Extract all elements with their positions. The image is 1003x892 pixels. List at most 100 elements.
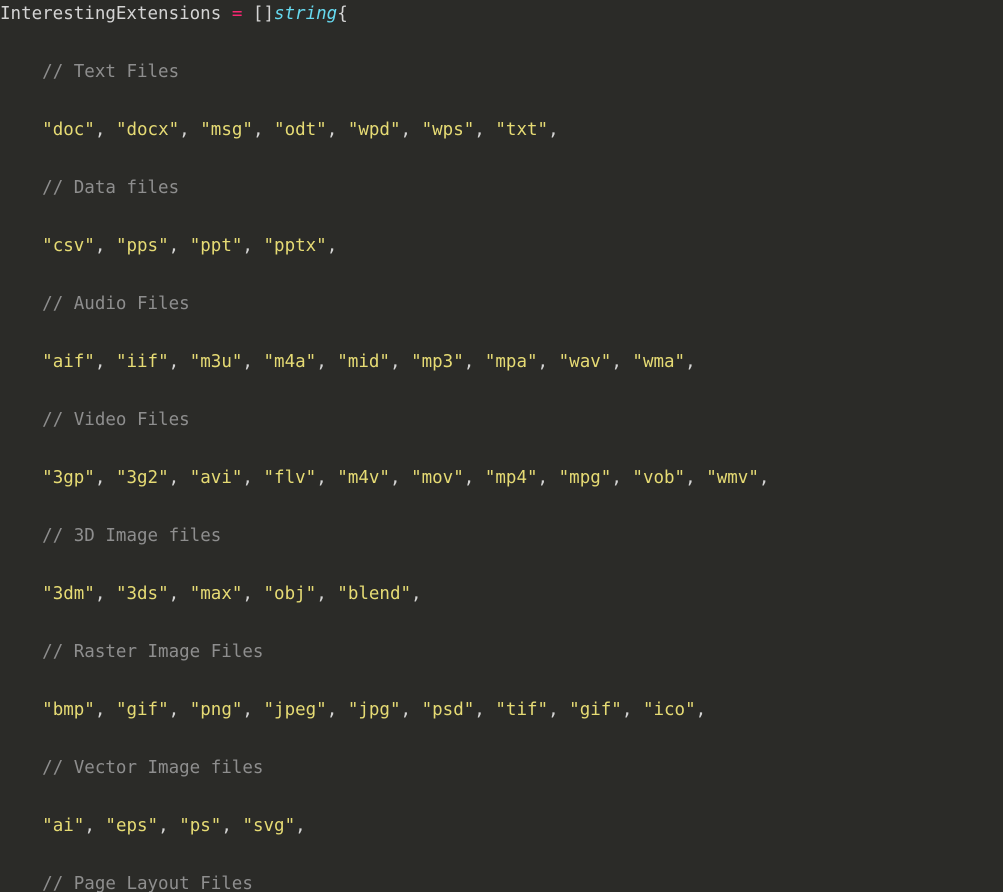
string-literal: "m4v" bbox=[337, 468, 390, 488]
comment: // Vector Image files bbox=[42, 758, 263, 778]
string-literal: "mp3" bbox=[411, 352, 464, 372]
open-brace: { bbox=[337, 4, 348, 24]
string-literal: "mp4" bbox=[485, 468, 538, 488]
string-literal: "csv" bbox=[42, 236, 95, 256]
string-literal: "msg" bbox=[200, 120, 253, 140]
comma: , bbox=[169, 352, 180, 372]
comma: , bbox=[84, 816, 95, 836]
comment-line: // Page Layout Files bbox=[0, 870, 1003, 892]
comment-line: // 3D Image files bbox=[0, 522, 1003, 551]
string-literal: "svg" bbox=[242, 816, 295, 836]
comma: , bbox=[538, 468, 549, 488]
comma: , bbox=[611, 468, 622, 488]
string-literal: "doc" bbox=[42, 120, 95, 140]
string-literal: "ico" bbox=[643, 700, 696, 720]
string-literal: "obj" bbox=[264, 584, 317, 604]
assign-op: = [] bbox=[221, 4, 274, 24]
string-literal: "wav" bbox=[559, 352, 612, 372]
string-literal: "jpeg" bbox=[264, 700, 327, 720]
comma: , bbox=[411, 584, 422, 604]
string-literal: "flv" bbox=[264, 468, 317, 488]
string-literal: "aif" bbox=[42, 352, 95, 372]
comma: , bbox=[316, 352, 327, 372]
string-literal: "ai" bbox=[42, 816, 84, 836]
string-literal: "blend" bbox=[337, 584, 411, 604]
string-literal: "mid" bbox=[337, 352, 390, 372]
items-line: "aif", "iif", "m3u", "m4a", "mid", "mp3"… bbox=[0, 348, 1003, 377]
string-literal: "3dm" bbox=[42, 584, 95, 604]
string-literal: "3g2" bbox=[116, 468, 169, 488]
string-literal: "pps" bbox=[116, 236, 169, 256]
variable-name: InterestingExtensions bbox=[0, 4, 221, 24]
comma: , bbox=[95, 700, 106, 720]
string-literal: "mpg" bbox=[559, 468, 612, 488]
comma: , bbox=[95, 236, 106, 256]
string-literal: "m4a" bbox=[264, 352, 317, 372]
comma: , bbox=[95, 584, 106, 604]
type-name: string bbox=[274, 4, 337, 24]
comma: , bbox=[548, 120, 559, 140]
comma: , bbox=[169, 700, 180, 720]
comma: , bbox=[696, 700, 707, 720]
comma: , bbox=[169, 236, 180, 256]
comma: , bbox=[169, 468, 180, 488]
comma: , bbox=[685, 468, 696, 488]
string-literal: "max" bbox=[190, 584, 243, 604]
comma: , bbox=[464, 352, 475, 372]
comma: , bbox=[759, 468, 770, 488]
string-literal: "jpg" bbox=[348, 700, 401, 720]
declaration-line: InterestingExtensions = []string{ bbox=[0, 0, 1003, 29]
comma: , bbox=[253, 120, 264, 140]
comma: , bbox=[242, 236, 253, 256]
comma: , bbox=[401, 700, 412, 720]
comment-line: // Text Files bbox=[0, 58, 1003, 87]
string-literal: "ps" bbox=[179, 816, 221, 836]
comment-line: // Data files bbox=[0, 174, 1003, 203]
comma: , bbox=[390, 468, 401, 488]
string-literal: "gif" bbox=[116, 700, 169, 720]
string-literal: "m3u" bbox=[190, 352, 243, 372]
comma: , bbox=[295, 816, 306, 836]
comment: // Audio Files bbox=[42, 294, 190, 314]
comma: , bbox=[327, 700, 338, 720]
comma: , bbox=[242, 352, 253, 372]
comma: , bbox=[221, 816, 232, 836]
comment: // Text Files bbox=[42, 62, 179, 82]
string-literal: "docx" bbox=[116, 120, 179, 140]
comment: // Raster Image Files bbox=[42, 642, 263, 662]
string-literal: "ppt" bbox=[190, 236, 243, 256]
comma: , bbox=[685, 352, 696, 372]
comma: , bbox=[474, 700, 485, 720]
string-literal: "mov" bbox=[411, 468, 464, 488]
items-line: "doc", "docx", "msg", "odt", "wpd", "wps… bbox=[0, 116, 1003, 145]
string-literal: "tif" bbox=[495, 700, 548, 720]
comma: , bbox=[611, 352, 622, 372]
string-literal: "wma" bbox=[632, 352, 685, 372]
comma: , bbox=[401, 120, 412, 140]
items-line: "3dm", "3ds", "max", "obj", "blend", bbox=[0, 580, 1003, 609]
comment-line: // Audio Files bbox=[0, 290, 1003, 319]
string-literal: "odt" bbox=[274, 120, 327, 140]
comment: // 3D Image files bbox=[42, 526, 221, 546]
comma: , bbox=[622, 700, 633, 720]
items-line: "3gp", "3g2", "avi", "flv", "m4v", "mov"… bbox=[0, 464, 1003, 493]
string-literal: "wpd" bbox=[348, 120, 401, 140]
comma: , bbox=[548, 700, 559, 720]
comment-line: // Vector Image files bbox=[0, 754, 1003, 783]
comma: , bbox=[327, 120, 338, 140]
comment: // Video Files bbox=[42, 410, 190, 430]
string-literal: "avi" bbox=[190, 468, 243, 488]
comma: , bbox=[327, 236, 338, 256]
comma: , bbox=[158, 816, 169, 836]
comma: , bbox=[242, 700, 253, 720]
string-literal: "vob" bbox=[632, 468, 685, 488]
comma: , bbox=[95, 120, 106, 140]
comma: , bbox=[316, 468, 327, 488]
string-literal: "3gp" bbox=[42, 468, 95, 488]
code-block: InterestingExtensions = []string{ // Tex… bbox=[0, 0, 1003, 892]
comma: , bbox=[474, 120, 485, 140]
comment-line: // Video Files bbox=[0, 406, 1003, 435]
comma: , bbox=[95, 352, 106, 372]
string-literal: "mpa" bbox=[485, 352, 538, 372]
string-literal: "3ds" bbox=[116, 584, 169, 604]
